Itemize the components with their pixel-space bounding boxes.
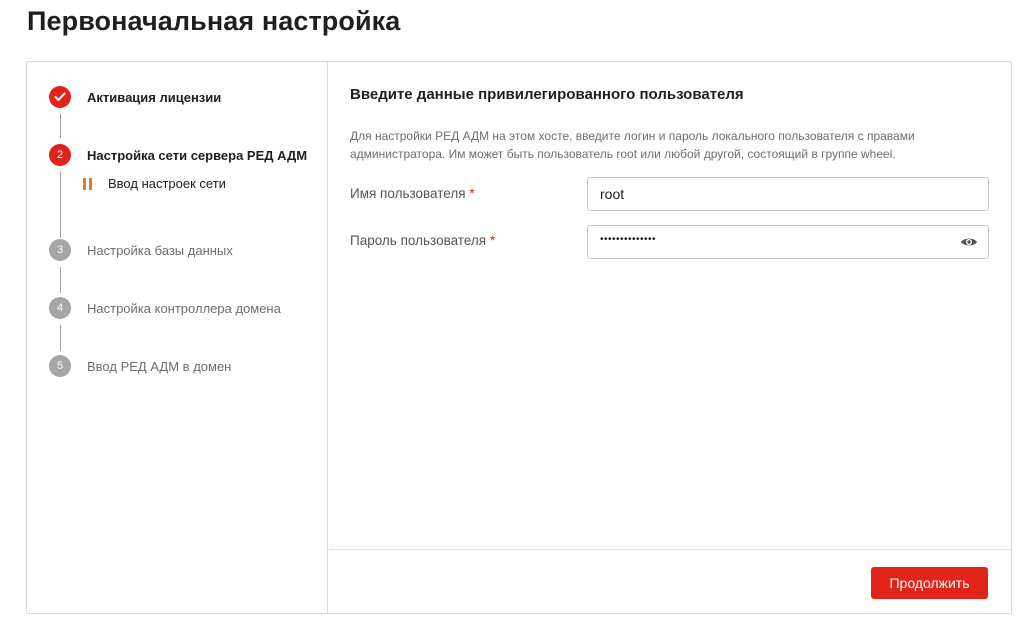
pause-icon	[83, 177, 93, 190]
substep-network-input[interactable]: Ввод настроек сети	[83, 176, 226, 191]
username-input[interactable]	[587, 177, 989, 211]
username-label-text: Имя пользователя	[350, 186, 466, 201]
required-mark: *	[469, 186, 475, 201]
content-panel: Введите данные привилегированного пользо…	[329, 62, 1011, 613]
step-join-domain[interactable]: 5 Ввод РЕД АДМ в домен	[49, 355, 231, 377]
step-connector	[60, 114, 61, 138]
step-database-settings[interactable]: 3 Настройка базы данных	[49, 239, 233, 261]
password-label: Пароль пользователя *	[350, 233, 495, 248]
page-title: Первоначальная настройка	[27, 6, 401, 36]
step-license-activation[interactable]: Активация лицензии	[49, 86, 221, 108]
step-connector	[60, 267, 61, 293]
required-mark: *	[489, 233, 496, 248]
step-connector	[60, 172, 61, 238]
substep-label: Ввод настроек сети	[108, 176, 226, 191]
step-number-badge: 4	[49, 297, 71, 319]
continue-button[interactable]: Продолжить	[871, 567, 988, 599]
password-input[interactable]: ••••••••••••••	[587, 225, 989, 259]
step-label: Настройка контроллера домена	[87, 300, 281, 316]
form-description: Для настройки РЕД АДМ на этом хосте, вве…	[350, 129, 915, 161]
form-title: Введите данные привилегированного пользо…	[350, 86, 744, 103]
check-icon	[49, 86, 71, 108]
step-label: Настройка сети сервера РЕД АДМ	[87, 147, 308, 163]
username-label: Имя пользователя *	[350, 186, 475, 201]
password-label-text: Пароль пользователя	[350, 233, 487, 248]
step-connector	[60, 325, 61, 351]
step-label: Настройка базы данных	[87, 242, 233, 258]
footer-divider	[329, 549, 1011, 550]
step-domain-controller[interactable]: 4 Настройка контроллера домена	[49, 297, 281, 319]
setup-wizard: Активация лицензии 2 Настройка сети серв…	[26, 61, 1012, 614]
password-masked-value: ••••••••••••••	[600, 234, 657, 245]
step-network-settings[interactable]: 2 Настройка сети сервера РЕД АДМ	[49, 144, 307, 166]
step-label: Активация лицензии	[87, 89, 222, 105]
steps-sidebar: Активация лицензии 2 Настройка сети серв…	[27, 62, 328, 613]
eye-icon[interactable]	[959, 234, 979, 250]
step-number-badge: 5	[49, 355, 71, 377]
step-label: Ввод РЕД АДМ в домен	[87, 358, 232, 374]
step-number-badge: 2	[49, 144, 71, 166]
step-number-badge: 3	[49, 239, 71, 261]
